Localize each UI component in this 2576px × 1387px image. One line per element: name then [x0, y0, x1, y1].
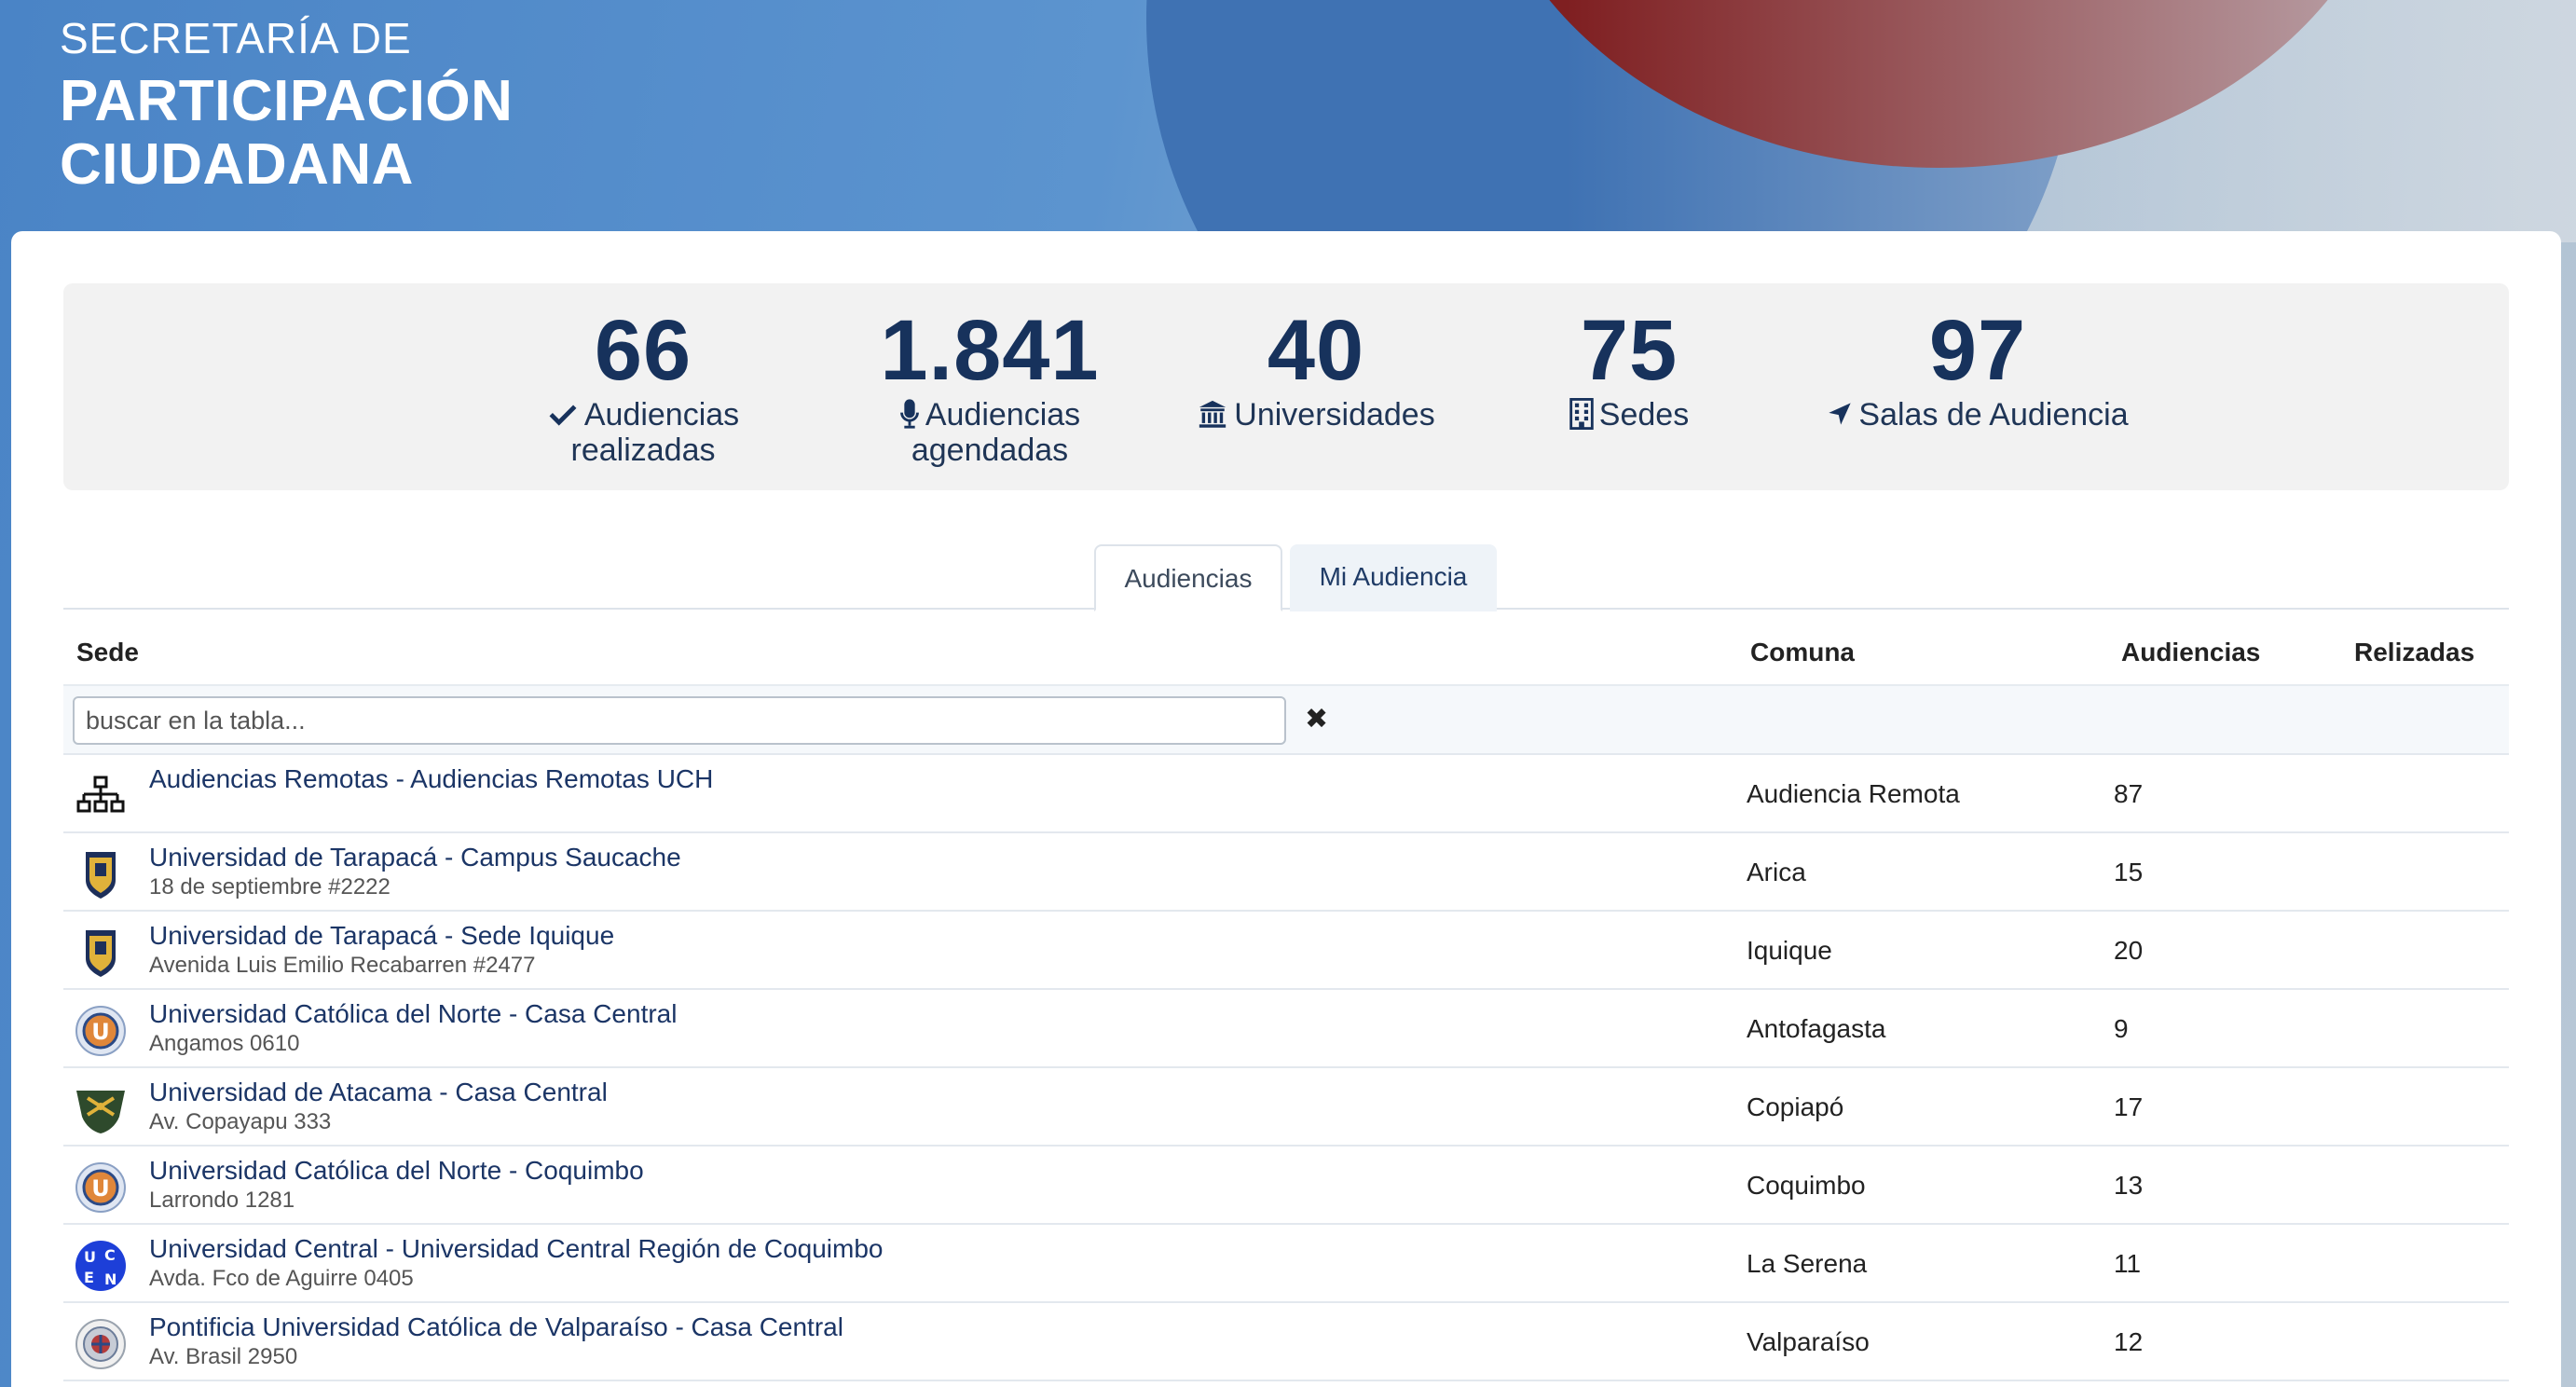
- sede-name-link[interactable]: Universidad Central - Universidad Centra…: [149, 1234, 884, 1264]
- comuna-cell: Coquimbo: [1747, 1171, 1866, 1200]
- sede-address: Avenida Luis Emilio Recabarren #2477: [149, 953, 536, 978]
- stat-label: Salas de Audiencia: [1858, 397, 2129, 433]
- university-icon: [1199, 400, 1226, 428]
- sede-name-link[interactable]: Universidad Católica del Norte - Casa Ce…: [149, 999, 677, 1029]
- ucn-logo: U: [75, 1162, 126, 1213]
- table-row[interactable]: Pontificia Universidad Católica de Valpa…: [63, 1303, 2509, 1381]
- column-header-sede[interactable]: Sede: [76, 638, 139, 667]
- stat-value: 40: [1267, 303, 1365, 398]
- audiencias-count: 13: [2114, 1171, 2144, 1200]
- comuna-cell: Copiapó: [1747, 1092, 1844, 1121]
- table-row[interactable]: U C E N Universidad Central - Universida…: [63, 1225, 2509, 1303]
- comuna-cell: Audiencia Remota: [1747, 779, 1960, 808]
- table-row[interactable]: Universidad de Tarapacá - Campus Saucach…: [63, 833, 2509, 912]
- table-search-input[interactable]: [73, 696, 1286, 745]
- ucen-letter-c: C: [104, 1246, 116, 1264]
- sede-address: Angamos 0610: [149, 1031, 300, 1056]
- column-header-audiencias[interactable]: Audiencias: [2121, 638, 2260, 667]
- brand-line-1: SECRETARÍA DE: [60, 14, 412, 62]
- stat-value: 97: [1928, 303, 2027, 398]
- tab-audiencias[interactable]: Audiencias: [1094, 544, 1282, 611]
- stat-salas: 97 Salas de Audiencia: [1801, 308, 2155, 433]
- tab-bar: Audiencias Mi Audiencia: [63, 544, 2509, 611]
- sede-address: Av. Brasil 2950: [149, 1344, 298, 1369]
- sedes-table: Sede Comuna Audiencias Relizadas ✖ Audie…: [63, 617, 2509, 1381]
- sede-name-link[interactable]: Universidad de Atacama - Casa Central: [149, 1078, 608, 1107]
- table-header: Sede Comuna Audiencias Relizadas: [63, 617, 2509, 686]
- audiencias-count: 11: [2114, 1249, 2142, 1278]
- tab-mi-audiencia[interactable]: Mi Audiencia: [1290, 544, 1497, 611]
- comuna-cell: Arica: [1747, 858, 1806, 886]
- stat-label: Audiencias: [583, 397, 740, 433]
- tarapaca-logo: [86, 930, 116, 977]
- stat-label: Universidades: [1234, 397, 1435, 433]
- sede-name-link[interactable]: Universidad de Tarapacá - Sede Iquique: [149, 921, 614, 951]
- table-row[interactable]: U Universidad Católica del Norte - Coqui…: [63, 1147, 2509, 1225]
- stat-value: 75: [1580, 303, 1679, 398]
- stats-panel: 66 Audiencias realizadas 1.841 Audiencia…: [63, 283, 2509, 490]
- tarapaca-logo: [86, 852, 116, 899]
- ucn-logo: U: [75, 1006, 126, 1056]
- comuna-cell: Iquique: [1747, 936, 1832, 965]
- stat-universidades: 40 Universidades: [1167, 308, 1465, 433]
- ucen-letter-n: N: [104, 1270, 116, 1288]
- stat-sedes: 75 Sedes: [1536, 308, 1722, 433]
- stat-label: Sedes: [1598, 397, 1690, 433]
- comuna-cell: Valparaíso: [1747, 1327, 1870, 1356]
- sede-address: Av. Copayapu 333: [149, 1109, 332, 1134]
- location-arrow-icon: [1829, 403, 1852, 425]
- stat-audiencias-agendadas: 1.841 Audiencias agendadas: [850, 308, 1130, 468]
- sede-address: Avda. Fco de Aguirre 0405: [149, 1266, 414, 1291]
- ucn-logo-letter: U: [91, 1175, 110, 1202]
- microphone-icon: [899, 399, 919, 429]
- clear-search-icon[interactable]: ✖: [1305, 703, 1328, 735]
- sede-name-link[interactable]: Universidad de Tarapacá - Campus Saucach…: [149, 843, 681, 872]
- ucen-letter-u: U: [84, 1248, 96, 1266]
- audiencias-count: 15: [2114, 858, 2144, 886]
- main-card: 66 Audiencias realizadas 1.841 Audiencia…: [11, 231, 2561, 1387]
- brand-line-3: CIUDADANA: [60, 132, 414, 197]
- banner-photo-overlay: [1566, 0, 2576, 242]
- sede-address: 18 de septiembre #2222: [149, 874, 391, 899]
- ucn-logo-letter: U: [91, 1019, 110, 1045]
- audiencias-count: 87: [2114, 779, 2144, 808]
- building-icon: [1569, 398, 1594, 430]
- table-row[interactable]: Universidad de Tarapacá - Sede Iquique A…: [63, 912, 2509, 990]
- table-row[interactable]: Universidad de Atacama - Casa Central Av…: [63, 1068, 2509, 1147]
- comuna-cell: La Serena: [1747, 1249, 1868, 1278]
- atacama-logo: [76, 1091, 125, 1133]
- brand-line-2: PARTICIPACIÓN: [60, 69, 514, 133]
- comuna-cell: Antofagasta: [1747, 1014, 1886, 1043]
- ucen-logo: U C E N: [75, 1241, 126, 1291]
- stat-label: Audiencias: [925, 397, 1081, 433]
- stat-audiencias-realizadas: 66 Audiencias realizadas: [503, 308, 783, 468]
- ucen-letter-e: E: [84, 1269, 94, 1286]
- sede-name-link[interactable]: Audiencias Remotas - Audiencias Remotas …: [149, 764, 713, 794]
- stat-label-2: realizadas: [570, 433, 716, 468]
- audiencias-count: 17: [2114, 1092, 2144, 1121]
- audiencias-count: 12: [2114, 1327, 2144, 1356]
- stat-label-2: agendadas: [911, 433, 1069, 468]
- audiencias-count: 9: [2114, 1014, 2129, 1043]
- network-icon: [76, 776, 125, 813]
- sede-address: Larrondo 1281: [149, 1188, 295, 1213]
- check-icon: [549, 405, 577, 426]
- audiencias-count: 20: [2114, 936, 2144, 965]
- pucv-logo: [75, 1319, 126, 1369]
- column-header-comuna[interactable]: Comuna: [1750, 638, 1855, 667]
- sede-name-link[interactable]: Pontificia Universidad Católica de Valpa…: [149, 1312, 843, 1342]
- site-logo[interactable]: SECRETARÍA DE PARTICIPACIÓN CIUDADANA: [60, 17, 513, 199]
- stat-value: 66: [594, 303, 692, 398]
- stat-value: 1.841: [880, 303, 1100, 398]
- table-filter-row: ✖: [63, 686, 2509, 755]
- table-row[interactable]: Audiencias Remotas - Audiencias Remotas …: [63, 755, 2509, 833]
- table-row[interactable]: U Universidad Católica del Norte - Casa …: [63, 990, 2509, 1068]
- sede-name-link[interactable]: Universidad Católica del Norte - Coquimb…: [149, 1156, 644, 1186]
- column-header-realizadas[interactable]: Relizadas: [2354, 638, 2474, 667]
